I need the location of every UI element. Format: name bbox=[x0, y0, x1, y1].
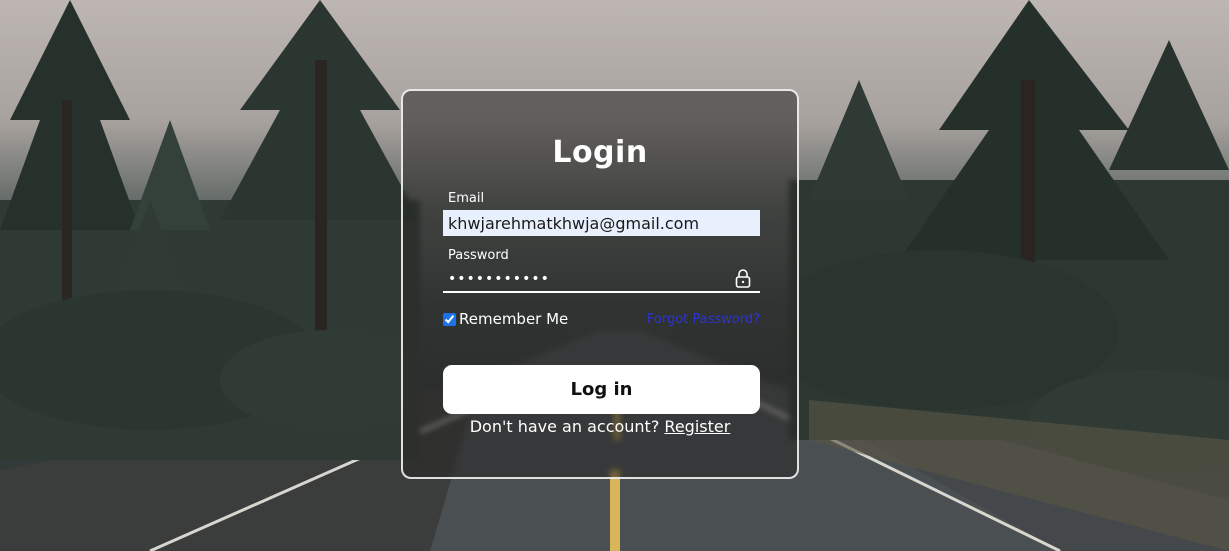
password-field-container bbox=[443, 265, 760, 293]
login-button[interactable]: Log in bbox=[443, 365, 760, 414]
forest-right-background bbox=[789, 0, 1229, 551]
lock-icon bbox=[735, 269, 751, 288]
login-options-row: Remember Me Forgot Password? bbox=[443, 310, 760, 332]
remember-me[interactable]: Remember Me bbox=[443, 310, 568, 328]
login-page-background: Login Email Password Remember Me Forgot … bbox=[0, 0, 1229, 551]
login-title: Login bbox=[552, 135, 648, 170]
login-card: Login Email Password Remember Me Forgot … bbox=[401, 89, 799, 479]
register-row: Don't have an account? Register bbox=[403, 417, 797, 436]
email-label: Email bbox=[448, 191, 485, 206]
remember-me-checkbox[interactable] bbox=[443, 312, 456, 326]
email-field[interactable] bbox=[443, 210, 760, 236]
forest-left-background bbox=[0, 0, 420, 460]
register-prompt: Don't have an account? bbox=[469, 417, 660, 436]
register-link[interactable]: Register bbox=[664, 417, 730, 436]
password-field[interactable] bbox=[443, 267, 723, 291]
remember-me-label: Remember Me bbox=[459, 310, 569, 328]
password-label: Password bbox=[448, 248, 509, 263]
forgot-password-link[interactable]: Forgot Password? bbox=[647, 312, 760, 327]
